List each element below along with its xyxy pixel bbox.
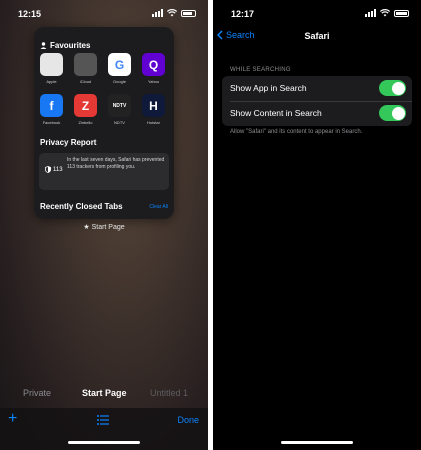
battery-icon	[394, 9, 409, 17]
favourite-label: Apple	[46, 79, 57, 84]
section-header: WHILE SEARCHING	[230, 67, 291, 73]
favourite-label: Hotstar	[147, 120, 160, 125]
favourite-google[interactable]: G Google	[108, 53, 131, 84]
favourite-label: Google	[113, 79, 126, 84]
status-bar: 12:15	[0, 0, 208, 26]
zinbello-icon: Z	[74, 94, 97, 117]
cellular-signal-icon	[152, 9, 163, 17]
privacy-report-text: In the last seven days, Safari has preve…	[67, 157, 165, 170]
wifi-icon	[380, 9, 390, 17]
safari-search-settings-screen: 12:17 Search Safari WHILE SEARCHING Show…	[213, 0, 421, 450]
show-app-in-search-row: Show App in Search	[222, 76, 412, 102]
show-content-in-search-row: Show Content in Search	[222, 101, 412, 126]
favourite-label: NDTV	[114, 120, 125, 125]
safari-tab-overview-screen: 12:15 Favourites Apple iCloud G Google Q Yaho…	[0, 0, 208, 450]
favourites-title: Favourites	[40, 41, 90, 50]
favourite-yahoo[interactable]: Q Yahoo	[142, 53, 165, 84]
favourite-label: Yahoo	[147, 79, 160, 84]
favourite-label: iCloud	[79, 79, 92, 84]
privacy-report-title: Privacy Report	[40, 138, 97, 147]
status-bar: 12:17	[213, 0, 421, 26]
cellular-signal-icon	[365, 9, 376, 17]
google-icon: G	[108, 53, 131, 76]
tab-group-switcher: Private Start Page Untitled 1	[0, 386, 208, 400]
favourites-grid: Apple iCloud G Google Q Yahoo f Facebook Z Zinbel…	[40, 53, 170, 125]
tab-caption: ★ Start Page	[83, 224, 125, 231]
favourite-icloud[interactable]: iCloud	[74, 53, 97, 84]
status-time: 12:15	[18, 9, 42, 19]
home-indicator	[281, 441, 353, 444]
person-icon	[40, 42, 47, 49]
page-title: Safari	[304, 31, 330, 41]
shield-icon	[45, 166, 51, 173]
bottom-toolbar: + Done	[0, 408, 208, 450]
tab-group-untitled[interactable]: Untitled 1	[150, 388, 188, 398]
wifi-icon	[167, 9, 177, 17]
favourite-label: Facebook	[42, 120, 61, 125]
tab-group-start-page[interactable]: Start Page	[82, 388, 127, 398]
favourite-facebook[interactable]: f Facebook	[40, 94, 63, 125]
favourite-label: Zinbello	[78, 120, 93, 125]
tab-groups-list-icon[interactable]	[97, 415, 109, 425]
show-app-in-search-toggle[interactable]	[379, 80, 406, 96]
tab-group-private[interactable]: Private	[23, 388, 51, 398]
row-label: Show Content in Search	[230, 108, 322, 118]
favourite-zinbello[interactable]: Z Zinbello	[74, 94, 97, 125]
privacy-report-panel[interactable]: 113 In the last seven days, Safari has p…	[39, 153, 169, 190]
clear-all-link[interactable]: Clear All	[149, 204, 168, 210]
recently-closed-tabs-title: Recently Closed Tabs	[40, 202, 123, 211]
hotstar-icon: H	[142, 94, 165, 117]
favourite-hotstar[interactable]: H Hotstar	[142, 94, 165, 125]
section-footer: Allow "Safari" and its content to appear…	[230, 129, 363, 135]
search-settings-group: Show App in Search Show Content in Searc…	[222, 76, 412, 126]
favourite-ndtv[interactable]: NDTV NDTV	[108, 94, 131, 125]
star-icon: ★	[83, 224, 90, 231]
status-time: 12:17	[231, 9, 255, 19]
battery-icon	[181, 9, 196, 17]
icloud-icon	[74, 53, 97, 76]
navigation-bar: Search Safari	[213, 26, 421, 48]
start-page-tab-card[interactable]: Favourites Apple iCloud G Google Q Yahoo f Face…	[34, 27, 174, 219]
facebook-icon: f	[40, 94, 63, 117]
tracker-count: 113	[45, 166, 63, 173]
yahoo-icon: Q	[142, 53, 165, 76]
show-content-in-search-toggle[interactable]	[379, 105, 406, 121]
done-button[interactable]: Done	[177, 415, 199, 425]
home-indicator	[68, 441, 140, 444]
new-tab-plus-icon[interactable]: +	[8, 410, 17, 428]
ndtv-icon: NDTV	[108, 94, 131, 117]
row-label: Show App in Search	[230, 83, 307, 93]
apple-icon	[40, 53, 63, 76]
favourite-apple[interactable]: Apple	[40, 53, 63, 84]
